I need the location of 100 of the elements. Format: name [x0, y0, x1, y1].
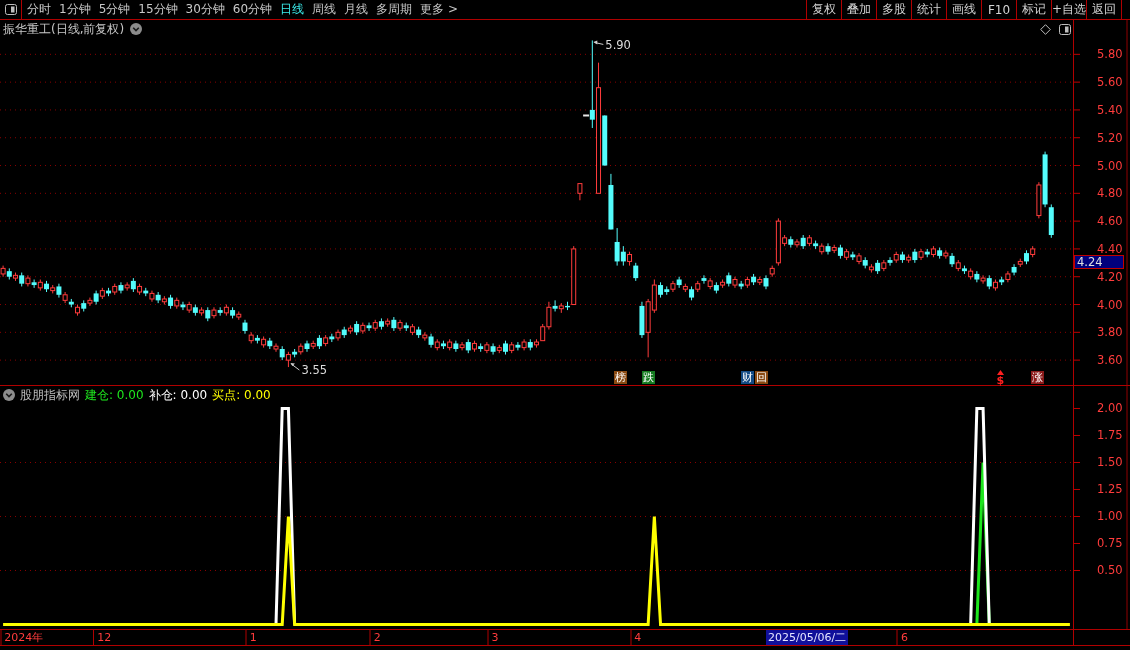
candlestick [335, 329, 341, 342]
chart-title: 振华重工(日线,前复权) [3, 20, 125, 38]
candlestick [0, 265, 6, 278]
event-badge[interactable]: 榜 [613, 371, 627, 384]
candlestick [968, 267, 974, 280]
candlestick [856, 252, 862, 265]
candlestick [211, 306, 217, 319]
axis-label: 5.40 [1097, 102, 1123, 117]
leader-arrow [290, 363, 300, 371]
dropdown-icon[interactable] [3, 389, 15, 401]
candlestick [980, 274, 986, 285]
period-tab[interactable]: 30分钟 [182, 0, 228, 19]
period-tab[interactable]: 15分钟 [135, 0, 181, 19]
candlestick [261, 335, 267, 349]
event-badge[interactable]: 回 [754, 371, 768, 384]
axis-label: 4.80 [1097, 186, 1123, 201]
panel-toggle-icon [4, 4, 17, 15]
axis-label: 3.80 [1097, 325, 1123, 340]
event-marker[interactable]: $ [993, 375, 1007, 387]
axis-label: 2.00 [1097, 401, 1123, 416]
candlestick [484, 341, 490, 354]
candlestick [25, 274, 31, 287]
event-badge[interactable]: 跌 [641, 371, 655, 384]
diamond-icon[interactable] [1040, 23, 1051, 35]
axis-label: 1.75 [1097, 428, 1123, 443]
candlestick [794, 238, 800, 249]
legend-item: 买点: 0.00 [212, 386, 271, 404]
period-tab[interactable]: 5分钟 [95, 0, 134, 19]
axis-label: 0.50 [1097, 563, 1123, 578]
cursor-date-label: 2025/05/06/二 [766, 630, 849, 645]
event-badge[interactable]: 涨 [1031, 371, 1045, 384]
candlestick [918, 248, 924, 261]
candlestick [701, 274, 707, 285]
candlestick [589, 39, 595, 129]
axis-label: 5.00 [1097, 158, 1123, 173]
candlestick [670, 280, 676, 293]
candlestick [633, 262, 639, 282]
candlestick [1036, 181, 1042, 219]
indicator-title: 股朋指标网 [20, 386, 80, 404]
candlestick [515, 341, 521, 351]
candlestick [124, 281, 130, 292]
period-tab[interactable]: 1分钟 [56, 0, 94, 19]
leader-arrow [593, 40, 604, 45]
axis-label: 4.00 [1097, 297, 1123, 312]
candlestick [149, 290, 155, 303]
candlestick [366, 322, 372, 332]
candlestick [490, 342, 496, 356]
period-tab[interactable]: 日线 [277, 0, 308, 19]
candlestick [1005, 270, 1011, 283]
legend-item: 建仓: 0.00 [85, 386, 144, 404]
candlestick [577, 183, 583, 201]
axis-label: 3 [487, 630, 499, 645]
axis-label: 1.50 [1097, 455, 1123, 470]
candlestick [87, 297, 93, 307]
axis-label: 4.60 [1097, 214, 1123, 229]
period-tab[interactable]: 月线 [341, 0, 372, 19]
axis-label: 4.20 [1097, 269, 1123, 284]
price-label: 5.90 [605, 38, 631, 53]
axis-label: 6 [896, 630, 908, 645]
dropdown-icon[interactable] [130, 23, 143, 35]
up-arrow-icon [996, 370, 1004, 375]
candlestick [118, 281, 124, 294]
price-label: 3.55 [301, 363, 327, 378]
period-tab[interactable]: 多周期 [373, 0, 416, 19]
candlestick [552, 299, 558, 312]
candlestick [974, 270, 980, 283]
axis-label: 5.20 [1097, 130, 1123, 145]
axis-label: 2 [369, 630, 381, 645]
legend-item: 补仓: 0.00 [148, 386, 208, 404]
axis-label: 1 [245, 630, 257, 645]
doji-candle [583, 114, 590, 117]
axis-label: 12 [93, 630, 112, 645]
panel-toggle-icon[interactable] [1059, 23, 1071, 35]
candlestick [453, 340, 459, 353]
candlestick [596, 62, 602, 194]
axis-label: 4.40 [1097, 241, 1123, 256]
period-tab[interactable]: 分时 [24, 0, 54, 19]
period-tab[interactable]: 周线 [309, 0, 340, 19]
candlestick [825, 242, 831, 255]
axis-label: 4 [630, 630, 642, 645]
candlestick [732, 276, 738, 289]
candlestick [298, 342, 304, 356]
axis-label: 3.60 [1097, 353, 1123, 368]
candlestick [459, 341, 465, 351]
candlestick [887, 256, 893, 267]
axis-label: 1.25 [1097, 482, 1123, 497]
event-badge[interactable]: 财 [740, 371, 754, 384]
axis-label: 2024年 [0, 630, 44, 645]
candlestick [31, 279, 37, 289]
period-tab[interactable]: 更多 > [417, 0, 461, 19]
candlestick [304, 340, 310, 353]
candlestick [422, 331, 428, 342]
candlestick [397, 319, 403, 332]
candlestick [943, 249, 949, 260]
candlestick [521, 338, 527, 351]
toolbar-button[interactable]: +自选 [1051, 0, 1086, 19]
cursor-price-label: 4.24 [1074, 255, 1124, 269]
candlestick [1011, 263, 1017, 276]
axis-label: 1.00 [1097, 509, 1123, 524]
period-tab[interactable]: 60分钟 [229, 0, 276, 19]
